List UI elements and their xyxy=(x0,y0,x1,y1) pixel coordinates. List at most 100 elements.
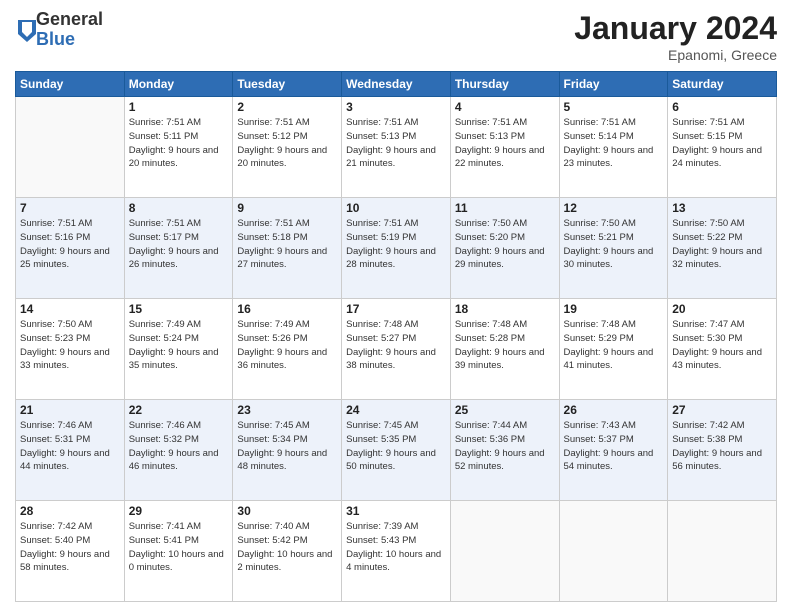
table-row: 2 Sunrise: 7:51 AMSunset: 5:12 PMDaylight… xyxy=(233,97,342,198)
day-number: 22 xyxy=(129,403,229,417)
table-row: 30Sunrise: 7:40 AMSunset: 5:42 PMDayligh… xyxy=(233,501,342,602)
day-info: Sunrise: 7:43 AMSunset: 5:37 PMDaylight:… xyxy=(564,419,664,474)
table-row: 27 Sunrise: 7:42 AMSunset: 5:38 PMDayligh… xyxy=(668,400,777,501)
col-friday: Friday xyxy=(559,72,668,97)
col-wednesday: Wednesday xyxy=(342,72,451,97)
day-info: Sunrise: 7:51 AMSunset: 5:12 PMDaylight:… xyxy=(237,116,337,171)
table-row: 14 Sunrise: 7:50 AMSunset: 5:23 PMDayligh… xyxy=(16,299,125,400)
day-number: 27 xyxy=(672,403,772,417)
day-info: Sunrise: 7:50 AMSunset: 5:21 PMDaylight:… xyxy=(564,217,664,272)
day-info: Sunrise: 7:40 AMSunset: 5:42 PMDaylight:… xyxy=(237,520,337,575)
logo-icon xyxy=(18,20,36,42)
day-number: 25 xyxy=(455,403,555,417)
calendar-week-row: 14 Sunrise: 7:50 AMSunset: 5:23 PMDayligh… xyxy=(16,299,777,400)
col-monday: Monday xyxy=(124,72,233,97)
day-number: 18 xyxy=(455,302,555,316)
day-number: 14 xyxy=(20,302,120,316)
day-number: 17 xyxy=(346,302,446,316)
day-number: 20 xyxy=(672,302,772,316)
table-row: 11Sunrise: 7:50 AMSunset: 5:20 PMDayligh… xyxy=(450,198,559,299)
col-sunday: Sunday xyxy=(16,72,125,97)
day-number: 24 xyxy=(346,403,446,417)
day-info: Sunrise: 7:50 AMSunset: 5:23 PMDaylight:… xyxy=(20,318,120,373)
day-info: Sunrise: 7:49 AMSunset: 5:24 PMDaylight:… xyxy=(129,318,229,373)
day-number: 8 xyxy=(129,201,229,215)
day-info: Sunrise: 7:41 AMSunset: 5:41 PMDaylight:… xyxy=(129,520,229,575)
day-number: 5 xyxy=(564,100,664,114)
header-row: Sunday Monday Tuesday Wednesday Thursday… xyxy=(16,72,777,97)
table-row: 9 Sunrise: 7:51 AMSunset: 5:18 PMDaylight… xyxy=(233,198,342,299)
table-row: 5 Sunrise: 7:51 AMSunset: 5:14 PMDaylight… xyxy=(559,97,668,198)
day-number: 26 xyxy=(564,403,664,417)
table-row: 21 Sunrise: 7:46 AMSunset: 5:31 PMDayligh… xyxy=(16,400,125,501)
calendar-week-row: 21 Sunrise: 7:46 AMSunset: 5:31 PMDayligh… xyxy=(16,400,777,501)
calendar-week-row: 28Sunrise: 7:42 AMSunset: 5:40 PMDayligh… xyxy=(16,501,777,602)
day-number: 1 xyxy=(129,100,229,114)
table-row: 18 Sunrise: 7:48 AMSunset: 5:28 PMDayligh… xyxy=(450,299,559,400)
page: General Blue January 2024 Epanomi, Greec… xyxy=(0,0,792,612)
day-info: Sunrise: 7:51 AMSunset: 5:19 PMDaylight:… xyxy=(346,217,446,272)
day-info: Sunrise: 7:46 AMSunset: 5:32 PMDaylight:… xyxy=(129,419,229,474)
day-info: Sunrise: 7:45 AMSunset: 5:34 PMDaylight:… xyxy=(237,419,337,474)
day-info: Sunrise: 7:42 AMSunset: 5:38 PMDaylight:… xyxy=(672,419,772,474)
day-info: Sunrise: 7:44 AMSunset: 5:36 PMDaylight:… xyxy=(455,419,555,474)
day-info: Sunrise: 7:48 AMSunset: 5:27 PMDaylight:… xyxy=(346,318,446,373)
day-info: Sunrise: 7:51 AMSunset: 5:18 PMDaylight:… xyxy=(237,217,337,272)
day-number: 6 xyxy=(672,100,772,114)
table-row xyxy=(668,501,777,602)
calendar-table: Sunday Monday Tuesday Wednesday Thursday… xyxy=(15,71,777,602)
table-row: 4 Sunrise: 7:51 AMSunset: 5:13 PMDaylight… xyxy=(450,97,559,198)
day-info: Sunrise: 7:48 AMSunset: 5:29 PMDaylight:… xyxy=(564,318,664,373)
table-row: 16Sunrise: 7:49 AMSunset: 5:26 PMDayligh… xyxy=(233,299,342,400)
day-info: Sunrise: 7:47 AMSunset: 5:30 PMDaylight:… xyxy=(672,318,772,373)
day-number: 9 xyxy=(237,201,337,215)
day-info: Sunrise: 7:51 AMSunset: 5:13 PMDaylight:… xyxy=(346,116,446,171)
logo-general-text: General xyxy=(36,10,103,30)
day-info: Sunrise: 7:48 AMSunset: 5:28 PMDaylight:… xyxy=(455,318,555,373)
table-row: 3 Sunrise: 7:51 AMSunset: 5:13 PMDaylight… xyxy=(342,97,451,198)
day-info: Sunrise: 7:39 AMSunset: 5:43 PMDaylight:… xyxy=(346,520,446,575)
day-number: 15 xyxy=(129,302,229,316)
calendar-location: Epanomi, Greece xyxy=(574,47,777,63)
table-row: 7Sunrise: 7:51 AMSunset: 5:16 PMDaylight… xyxy=(16,198,125,299)
day-number: 2 xyxy=(237,100,337,114)
table-row xyxy=(559,501,668,602)
table-row: 25 Sunrise: 7:44 AMSunset: 5:36 PMDayligh… xyxy=(450,400,559,501)
day-number: 23 xyxy=(237,403,337,417)
calendar-week-row: 7Sunrise: 7:51 AMSunset: 5:16 PMDaylight… xyxy=(16,198,777,299)
table-row: 8Sunrise: 7:51 AMSunset: 5:17 PMDaylight… xyxy=(124,198,233,299)
table-row: 10 Sunrise: 7:51 AMSunset: 5:19 PMDayligh… xyxy=(342,198,451,299)
table-row: 26 Sunrise: 7:43 AMSunset: 5:37 PMDayligh… xyxy=(559,400,668,501)
day-number: 16 xyxy=(237,302,337,316)
table-row xyxy=(450,501,559,602)
day-info: Sunrise: 7:42 AMSunset: 5:40 PMDaylight:… xyxy=(20,520,120,575)
table-row: 28Sunrise: 7:42 AMSunset: 5:40 PMDayligh… xyxy=(16,501,125,602)
logo-text: General Blue xyxy=(36,10,103,50)
table-row: 20 Sunrise: 7:47 AMSunset: 5:30 PMDayligh… xyxy=(668,299,777,400)
day-number: 10 xyxy=(346,201,446,215)
logo-blue-text: Blue xyxy=(36,30,103,50)
table-row xyxy=(16,97,125,198)
table-row: 31 Sunrise: 7:39 AMSunset: 5:43 PMDayligh… xyxy=(342,501,451,602)
day-number: 12 xyxy=(564,201,664,215)
table-row: 19Sunrise: 7:48 AMSunset: 5:29 PMDayligh… xyxy=(559,299,668,400)
calendar-title: January 2024 xyxy=(574,10,777,47)
day-number: 4 xyxy=(455,100,555,114)
day-number: 3 xyxy=(346,100,446,114)
header: General Blue January 2024 Epanomi, Greec… xyxy=(15,10,777,63)
table-row: 6Sunrise: 7:51 AMSunset: 5:15 PMDaylight… xyxy=(668,97,777,198)
day-info: Sunrise: 7:51 AMSunset: 5:13 PMDaylight:… xyxy=(455,116,555,171)
day-info: Sunrise: 7:45 AMSunset: 5:35 PMDaylight:… xyxy=(346,419,446,474)
calendar-week-row: 1Sunrise: 7:51 AMSunset: 5:11 PMDaylight… xyxy=(16,97,777,198)
day-info: Sunrise: 7:50 AMSunset: 5:20 PMDaylight:… xyxy=(455,217,555,272)
day-number: 21 xyxy=(20,403,120,417)
day-number: 7 xyxy=(20,201,120,215)
day-number: 31 xyxy=(346,504,446,518)
day-info: Sunrise: 7:51 AMSunset: 5:14 PMDaylight:… xyxy=(564,116,664,171)
table-row: 22 Sunrise: 7:46 AMSunset: 5:32 PMDayligh… xyxy=(124,400,233,501)
table-row: 23 Sunrise: 7:45 AMSunset: 5:34 PMDayligh… xyxy=(233,400,342,501)
table-row: 17 Sunrise: 7:48 AMSunset: 5:27 PMDayligh… xyxy=(342,299,451,400)
col-saturday: Saturday xyxy=(668,72,777,97)
day-info: Sunrise: 7:46 AMSunset: 5:31 PMDaylight:… xyxy=(20,419,120,474)
table-row: 24 Sunrise: 7:45 AMSunset: 5:35 PMDayligh… xyxy=(342,400,451,501)
